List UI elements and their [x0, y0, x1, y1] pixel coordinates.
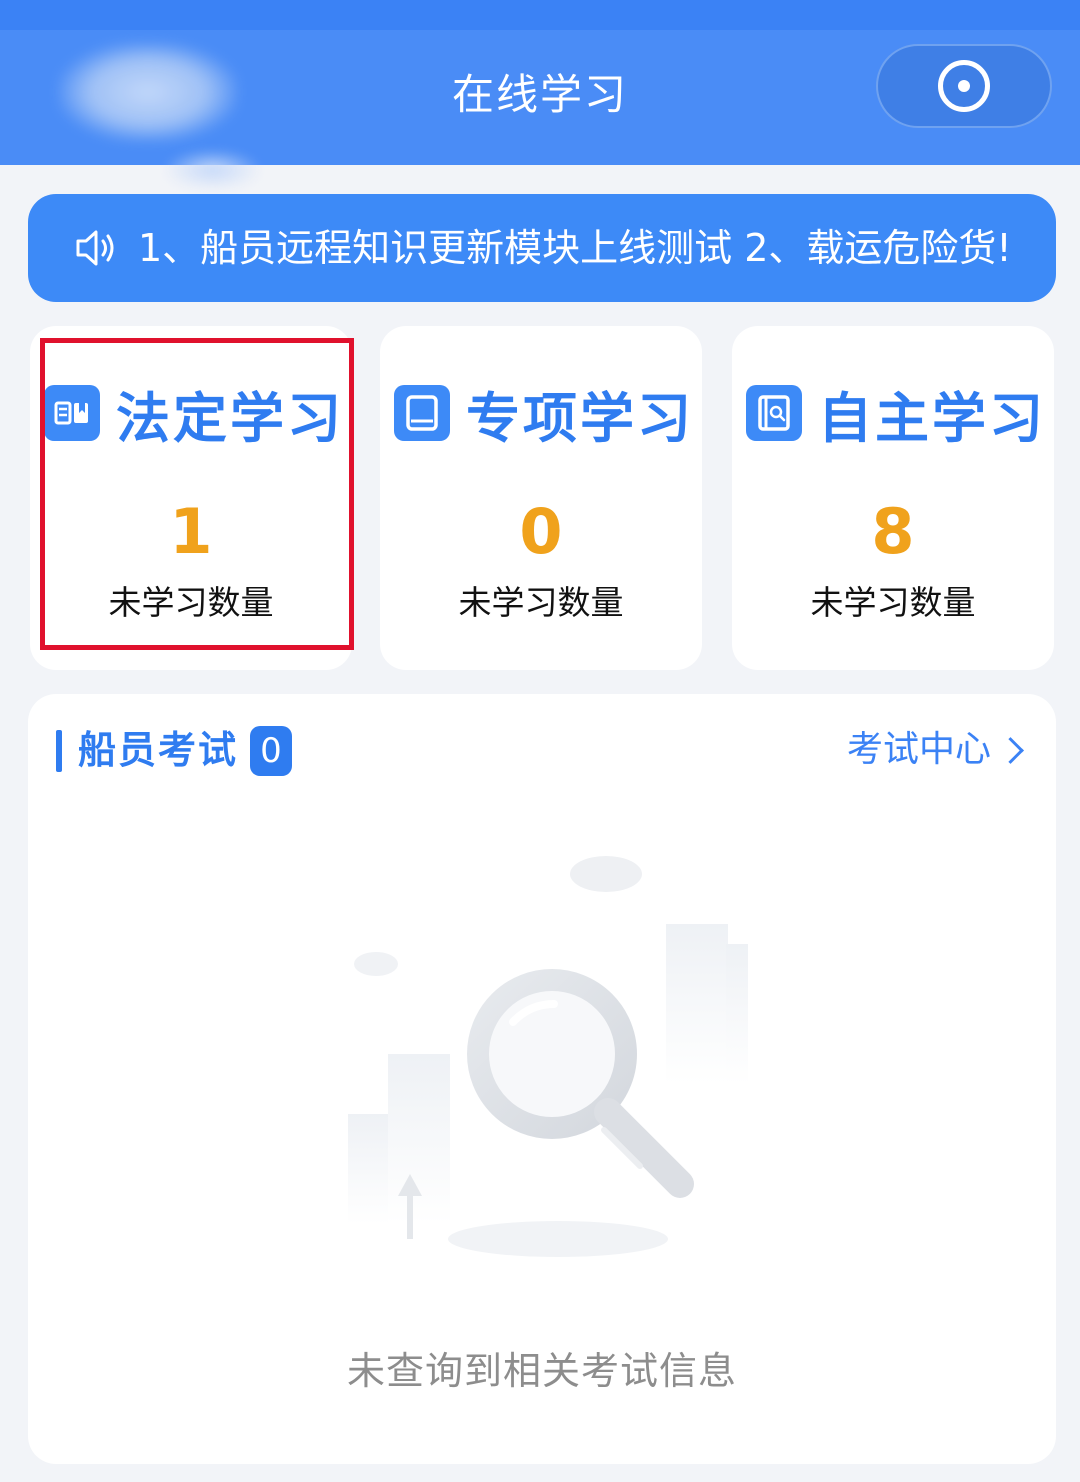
exam-center-link[interactable]: 考试中心: [846, 722, 1024, 778]
empty-search-illustration: [348, 856, 748, 1257]
exam-section-title: 船员考试: [78, 728, 239, 772]
unstudied-label: 未学习数量: [458, 583, 624, 622]
card-statutory-study[interactable]: 法定学习 1 未学习数量: [30, 326, 352, 670]
top-header: 在线学习: [0, 0, 1080, 190]
notice-bar[interactable]: 1、船员远程知识更新模块上线测试 2、载运危险货!: [28, 194, 1056, 302]
notice-text: 1、船员远程知识更新模块上线测试 2、载运危险货!: [138, 226, 1012, 270]
card-title: 法定学习: [116, 386, 344, 450]
unstudied-count: 1: [169, 495, 213, 568]
notebook-icon: [394, 385, 450, 441]
mini-program-capsule[interactable]: [876, 44, 1052, 128]
exam-panel: 船员考试 0 考试中心 未查询到相关考试信息: [28, 694, 1056, 1464]
card-special-study[interactable]: 专项学习 0 未学习数量: [380, 326, 702, 670]
unstudied-count: 0: [519, 495, 563, 568]
book-open-icon: [44, 385, 100, 441]
unstudied-count: 8: [871, 495, 915, 568]
card-title: 自主学习: [818, 386, 1046, 450]
exam-count-badge: 0: [250, 726, 292, 776]
blurred-logo: [58, 42, 238, 142]
page-title: 在线学习: [451, 70, 628, 119]
record-target-icon[interactable]: [938, 60, 990, 112]
card-title: 专项学习: [466, 386, 694, 450]
unstudied-label: 未学习数量: [108, 583, 274, 622]
speaker-icon: [76, 230, 114, 266]
empty-state-message: 未查询到相关考试信息: [346, 1349, 737, 1393]
section-accent-bar: [56, 730, 62, 772]
card-self-study[interactable]: 自主学习 8 未学习数量: [732, 326, 1054, 670]
chevron-right-icon: [997, 736, 1024, 764]
book-search-icon: [746, 385, 802, 441]
exam-center-label: 考试中心: [846, 729, 991, 770]
status-bar: [0, 0, 1080, 30]
unstudied-label: 未学习数量: [810, 583, 976, 622]
blurred-logo-fragment: [165, 150, 260, 190]
